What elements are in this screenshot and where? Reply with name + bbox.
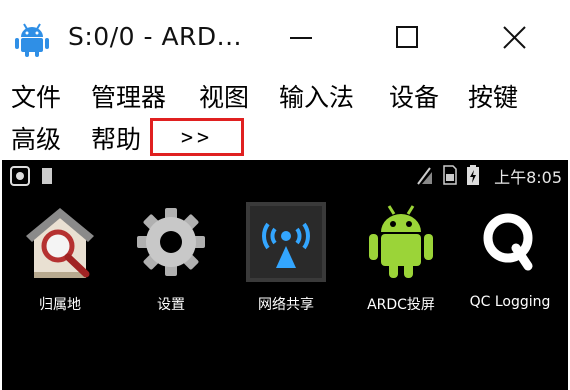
sim-icon (443, 165, 457, 185)
qc-logging-icon (483, 213, 533, 271)
android-icon (15, 23, 49, 57)
app-location-lookup[interactable]: 归属地 (5, 196, 115, 316)
menu-help[interactable]: 帮助 (91, 120, 141, 156)
app-settings[interactable]: 设置 (116, 196, 226, 316)
maximize-icon (396, 26, 418, 48)
app-label: 网络共享 (258, 297, 314, 313)
title-bar: S:0/0 - ARD... (0, 0, 570, 76)
signal-off-icon (417, 167, 432, 185)
app-label: QC Logging (469, 294, 551, 310)
status-time: 上午8:05 (494, 168, 562, 187)
settings-gear-icon (137, 208, 205, 276)
battery-charging-icon (467, 165, 479, 185)
menu-file[interactable]: 文件 (11, 78, 61, 114)
close-button[interactable] (490, 18, 540, 58)
app-grid: 归属地 设置 网络共享 ARDC投屏 QC Logging (2, 196, 568, 356)
app-label: 设置 (157, 297, 185, 313)
app-qc-logging[interactable]: QC Logging (455, 196, 565, 316)
app-tethering[interactable]: 网络共享 (231, 196, 341, 316)
menu-device[interactable]: 设备 (389, 78, 439, 114)
menu-more-button[interactable]: >> (150, 118, 244, 156)
menu-input-method[interactable]: 输入法 (279, 78, 354, 114)
minimize-icon (290, 37, 312, 39)
maximize-button[interactable] (382, 18, 432, 58)
app-ardc-cast[interactable]: ARDC投屏 (346, 196, 456, 316)
android-robot-icon (369, 205, 433, 278)
wifi-tethering-icon (246, 202, 326, 282)
menu-keys[interactable]: 按键 (468, 78, 518, 114)
window-title: S:0/0 - ARD... (68, 22, 243, 51)
device-screen[interactable]: 上午8:05 归属地 设置 网络共享 ARDC投屏 QC Logging (2, 160, 568, 390)
minimize-button[interactable] (276, 18, 326, 58)
close-icon (503, 26, 526, 49)
app-label: 归属地 (39, 297, 81, 313)
sd-card-icon (42, 168, 52, 184)
app-label: ARDC投屏 (367, 297, 435, 313)
device-status-bar: 上午8:05 (2, 160, 568, 188)
menu-view[interactable]: 视图 (199, 78, 249, 114)
menu-manager[interactable]: 管理器 (91, 78, 166, 114)
house-magnifier-icon (26, 208, 94, 278)
screenshot-icon (10, 166, 30, 186)
menu-advanced[interactable]: 高级 (11, 120, 61, 156)
